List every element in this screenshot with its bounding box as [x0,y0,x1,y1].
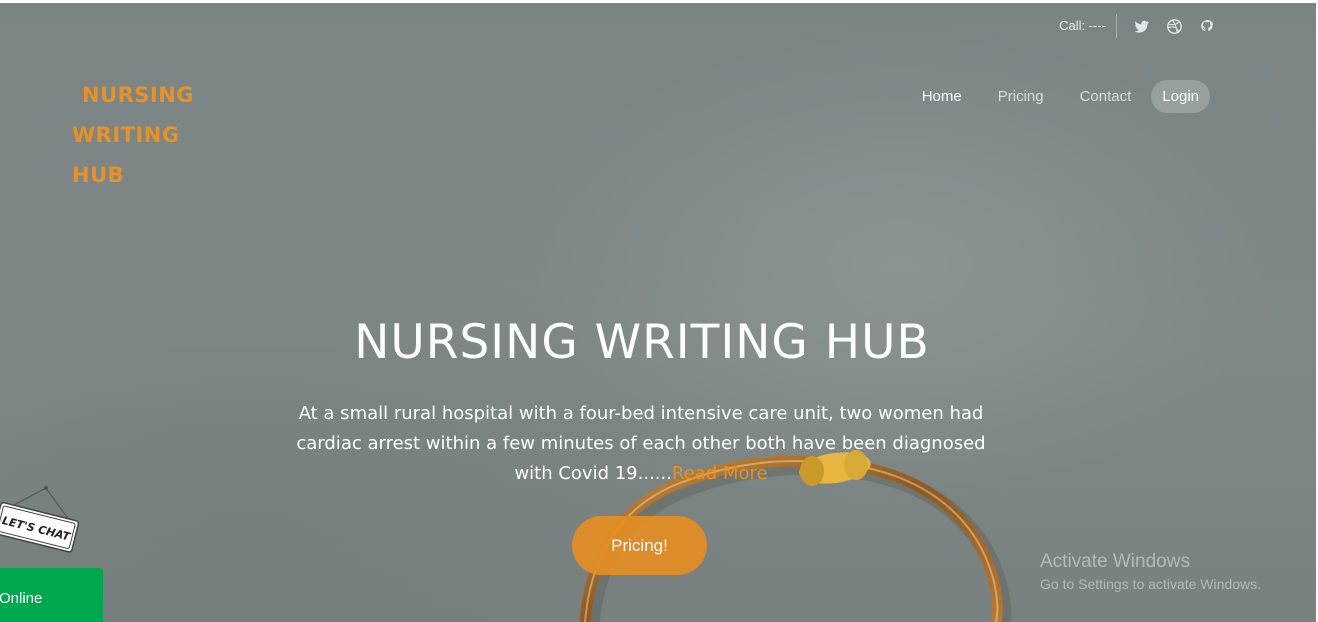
hero-section: Call: ---- NURSING WRITING HUB Home Pric… [0,3,1316,622]
site-logo[interactable]: NURSING WRITING HUB [72,75,232,195]
watermark-subtitle: Go to Settings to activate Windows. [1040,576,1261,592]
top-contact-bar: Call: ---- [1059,13,1216,39]
logo-line-2: WRITING [72,123,180,147]
lets-chat-sign[interactable]: LET'S CHAT [0,484,84,558]
logo-line-3: HUB [72,163,125,187]
nav-home-link[interactable]: Home [904,88,980,105]
main-nav: Home Pricing Contact Login [904,80,1210,113]
read-more-link[interactable]: Read More [672,463,768,484]
nav-contact-link[interactable]: Contact [1062,88,1150,105]
pricing-cta-button[interactable]: Pricing! [572,516,707,575]
chat-online-label: Online [0,590,43,607]
social-links [1133,18,1216,35]
nav-login-button[interactable]: Login [1151,80,1210,113]
dribbble-icon[interactable] [1166,18,1183,35]
chat-online-widget[interactable]: Online [0,568,103,622]
logo-line-1: NURSING [82,83,195,107]
sign-pin [44,486,48,490]
github-icon[interactable] [1199,18,1216,35]
hero-description-text: At a small rural hospital with a four-be… [296,403,986,484]
hero-title: NURSING WRITING HUB [354,315,930,370]
twitter-icon[interactable] [1133,18,1150,35]
watermark-title: Activate Windows [1040,551,1190,572]
hero-description: At a small rural hospital with a four-be… [280,399,1002,489]
windows-activation-watermark: Activate Windows Go to Settings to activ… [1040,551,1261,592]
call-text: Call: ---- [1059,14,1117,38]
nav-pricing-link[interactable]: Pricing [980,88,1062,105]
